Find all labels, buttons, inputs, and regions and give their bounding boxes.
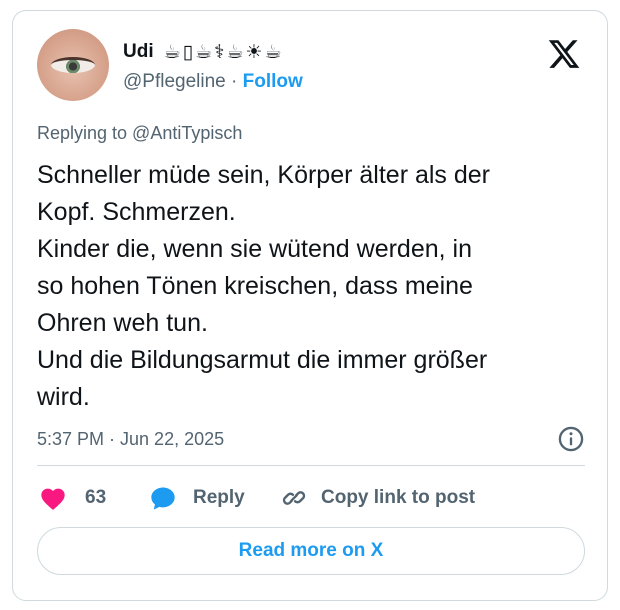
embedded-post-card: Udi ☕ ▯ ☕ ⚕ ☕ ☀ ☕ @Pflegeline · Follow R…	[12, 10, 608, 601]
post-text: Schneller müde sein, Körper älter als de…	[37, 161, 491, 411]
post-timestamp[interactable]: 5:37 PM · Jun 22, 2025	[37, 429, 224, 450]
read-more-button[interactable]: Read more on X	[37, 527, 585, 575]
reply-bubble-icon	[151, 487, 175, 510]
post-header: Udi ☕ ▯ ☕ ⚕ ☕ ☀ ☕ @Pflegeline · Follow	[37, 29, 585, 109]
post-meta: 5:37 PM · Jun 22, 2025	[37, 425, 585, 455]
replying-to[interactable]: Replying to @AntiTypisch	[37, 123, 242, 144]
author-info: Udi ☕ ▯ ☕ ⚕ ☕ ☀ ☕ @Pflegeline · Follow	[123, 39, 303, 93]
like-count: 63	[85, 487, 107, 508]
like-button[interactable]: 63	[39, 483, 106, 513]
author-handle[interactable]: @Pflegeline	[123, 71, 226, 92]
post-actions: 63 Reply Copy link to post	[37, 483, 585, 513]
coffee-emoji-4: ☕	[264, 41, 282, 63]
avatar[interactable]	[37, 29, 109, 101]
reply-label: Reply	[193, 487, 245, 508]
reply-button[interactable]: Reply	[149, 483, 245, 513]
heart-icon	[41, 488, 65, 510]
display-name-row: Udi ☕ ▯ ☕ ⚕ ☕ ☀ ☕	[123, 39, 303, 65]
copy-link-label: Copy link to post	[321, 487, 476, 508]
coffee-emoji-2: ☕	[195, 41, 213, 63]
stethoscope-emoji: ⚕	[214, 41, 225, 63]
handle-separator: ·	[231, 71, 238, 92]
placeholder-emoji: ▯	[182, 41, 194, 63]
display-name[interactable]: Udi	[123, 41, 154, 63]
coffee-emoji-3: ☕	[226, 41, 244, 63]
avatar-eye-graphic	[51, 57, 95, 73]
info-icon[interactable]	[557, 425, 585, 453]
link-icon	[282, 491, 306, 505]
x-logo-icon[interactable]	[547, 37, 581, 71]
copy-link-button[interactable]: Copy link to post	[281, 483, 475, 513]
handle-line: @Pflegeline · Follow	[123, 71, 303, 93]
divider	[37, 465, 585, 466]
sun-emoji: ☀	[245, 41, 263, 63]
follow-link[interactable]: Follow	[243, 71, 303, 92]
coffee-emoji-1: ☕	[163, 41, 181, 63]
